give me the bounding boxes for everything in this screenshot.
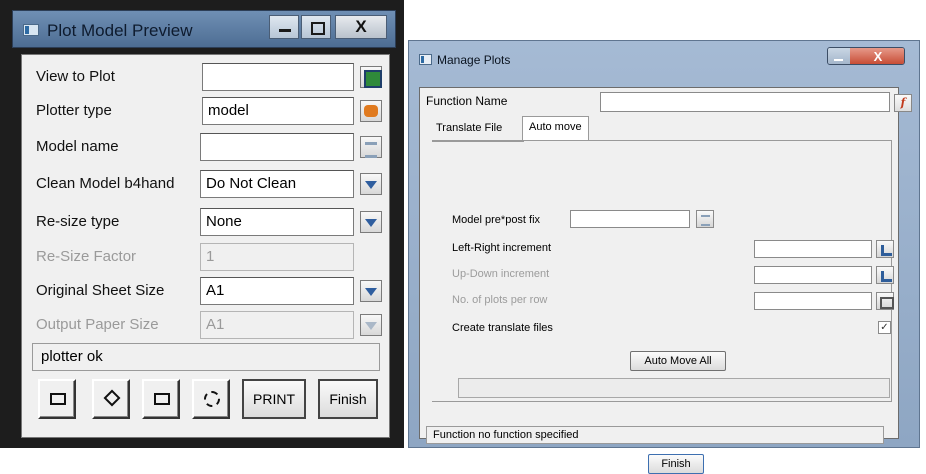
label-clean-model: Clean Model b4hand [36,175,175,192]
label-model-name: Model name [36,138,119,155]
close-button[interactable]: X [850,48,904,64]
app-icon [23,24,39,36]
frame-icon [154,393,170,405]
layers-icon[interactable] [360,136,382,158]
manage-plots-form: Function Name f Translate File Auto move… [419,87,912,474]
row-resize-factor: Re-Size Factor 1 [22,243,391,273]
row-clean-model: Clean Model b4hand Do Not Clean [22,170,391,200]
calculator-icon[interactable] [876,292,894,310]
plot-model-preview-window: Plot Model Preview X View to Plot Plotte… [0,0,404,448]
left-right-increment-input[interactable] [754,240,872,258]
app-icon [419,54,432,65]
label-resize-factor: Re-Size Factor [36,248,137,265]
row-resize-type: Re-size type None [22,208,391,238]
status-message: plotter ok [32,343,380,371]
pick-icon[interactable] [876,240,894,258]
window-title: Plot Model Preview [47,21,193,40]
minimize-button[interactable] [269,15,299,39]
map-icon[interactable] [360,66,382,88]
output-paper-size-select: A1 [200,311,354,339]
model-name-input[interactable] [200,133,354,161]
tab-auto-move[interactable]: Auto move [522,116,589,140]
function-name-input[interactable] [600,92,890,112]
chevron-down-icon[interactable] [360,211,382,233]
row-view-to-plot: View to Plot [22,63,391,93]
close-button[interactable]: X [335,15,387,39]
manage-plots-window: Manage Plots X Function Name f Translate… [408,40,920,474]
function-icon[interactable]: f [894,94,912,112]
plot-model-form: View to Plot Plotter type model Model na… [21,54,390,438]
original-sheet-size-select[interactable]: A1 [200,277,354,305]
row-model-name: Model name [22,133,391,163]
finish-button[interactable]: Finish [318,379,378,419]
label-up-down-increment: Up-Down increment [452,268,550,280]
plotter-icon[interactable] [360,100,382,122]
function-name-label: Function Name [426,94,508,108]
gear-icon [204,391,220,407]
label-create-translate-files: Create translate files [452,322,553,334]
chevron-down-icon[interactable] [360,173,382,195]
resize-type-select[interactable]: None [200,208,354,236]
model-pre-post-fix-input[interactable] [570,210,690,228]
progress-bar [458,378,890,398]
pick-button[interactable] [92,379,130,419]
plotter-type-input[interactable]: model [202,97,354,125]
label-original-sheet-size: Original Sheet Size [36,282,165,299]
label-left-right-increment: Left-Right increment [452,242,552,254]
close-icon: X [355,17,367,36]
auto-move-all-button[interactable]: Auto Move All [630,351,726,371]
up-down-increment-input[interactable] [754,266,872,284]
minimize-button[interactable] [828,48,850,64]
resize-factor-input: 1 [200,243,354,271]
clean-model-select[interactable]: Do Not Clean [200,170,354,198]
label-view-to-plot: View to Plot [36,68,115,85]
frame-icon [50,393,66,405]
window-button[interactable] [142,379,180,419]
row-plotter-type: Plotter type model [22,97,391,127]
row-original-sheet-size: Original Sheet Size A1 [22,277,391,307]
view-to-plot-input[interactable] [202,63,354,91]
status-message: Function no function specified [426,426,884,444]
window-controls: X [827,47,905,65]
preview-button[interactable] [38,379,76,419]
label-plotter-type: Plotter type [36,102,112,119]
maximize-button[interactable] [301,15,331,39]
label-model-pre-post-fix: Model pre*post fix [452,214,541,226]
label-resize-type: Re-size type [36,213,120,230]
label-output-paper-size: Output Paper Size [36,316,159,333]
layers-icon[interactable] [696,210,714,228]
diamond-icon [103,389,121,407]
close-icon: X [873,49,883,64]
chevron-down-icon[interactable] [360,280,382,302]
finish-button[interactable]: Finish [648,454,704,474]
title-bar[interactable]: Plot Model Preview X [12,10,396,48]
label-plots-per-row: No. of plots per row [452,294,548,306]
settings-button[interactable] [192,379,230,419]
plots-per-row-input[interactable] [754,292,872,310]
print-button[interactable]: PRINT [242,379,306,419]
window-title: Manage Plots [437,53,511,67]
tab-translate-file[interactable]: Translate File [430,116,508,140]
pick-icon[interactable] [876,266,894,284]
row-output-paper-size: Output Paper Size A1 [22,311,391,341]
chevron-down-icon [360,314,382,336]
create-translate-files-checkbox[interactable]: ✓ [878,321,891,334]
